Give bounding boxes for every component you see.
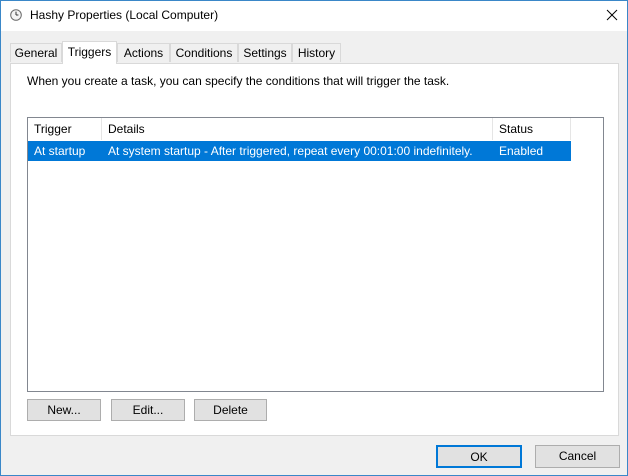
close-button[interactable] bbox=[597, 1, 627, 31]
cell-details: At system startup - After triggered, rep… bbox=[108, 144, 473, 158]
column-header-details[interactable]: Details bbox=[102, 118, 493, 140]
window-title: Hashy Properties (Local Computer) bbox=[30, 8, 219, 22]
column-header-trigger[interactable]: Trigger bbox=[28, 118, 102, 140]
new-button[interactable]: New... bbox=[27, 399, 101, 421]
clock-icon bbox=[10, 9, 22, 21]
ok-button[interactable]: OK bbox=[436, 445, 522, 468]
title-bar: Hashy Properties (Local Computer) bbox=[1, 1, 627, 31]
tab-conditions[interactable]: Conditions bbox=[170, 43, 238, 62]
cancel-button[interactable]: Cancel bbox=[535, 445, 620, 468]
tab-actions[interactable]: Actions bbox=[117, 43, 170, 62]
table-row[interactable]: At startup At system startup - After tri… bbox=[28, 141, 571, 161]
tab-settings[interactable]: Settings bbox=[238, 43, 292, 62]
close-icon bbox=[606, 9, 618, 24]
triggers-list[interactable]: Trigger Details Status At startup At sys… bbox=[27, 117, 604, 392]
properties-dialog: Hashy Properties (Local Computer) Genera… bbox=[0, 0, 628, 476]
tab-general[interactable]: General bbox=[10, 43, 62, 62]
cell-trigger: At startup bbox=[34, 144, 86, 158]
tab-history[interactable]: History bbox=[292, 43, 341, 62]
tab-strip: General Triggers Actions Conditions Sett… bbox=[10, 41, 610, 64]
edit-button[interactable]: Edit... bbox=[111, 399, 185, 421]
column-header-status[interactable]: Status bbox=[493, 118, 571, 140]
delete-button[interactable]: Delete bbox=[194, 399, 267, 421]
cell-status: Enabled bbox=[499, 144, 544, 158]
triggers-panel: When you create a task, you can specify … bbox=[10, 63, 619, 436]
panel-description: When you create a task, you can specify … bbox=[27, 74, 450, 88]
list-header: Trigger Details Status bbox=[28, 118, 603, 140]
tab-triggers[interactable]: Triggers bbox=[62, 41, 117, 64]
